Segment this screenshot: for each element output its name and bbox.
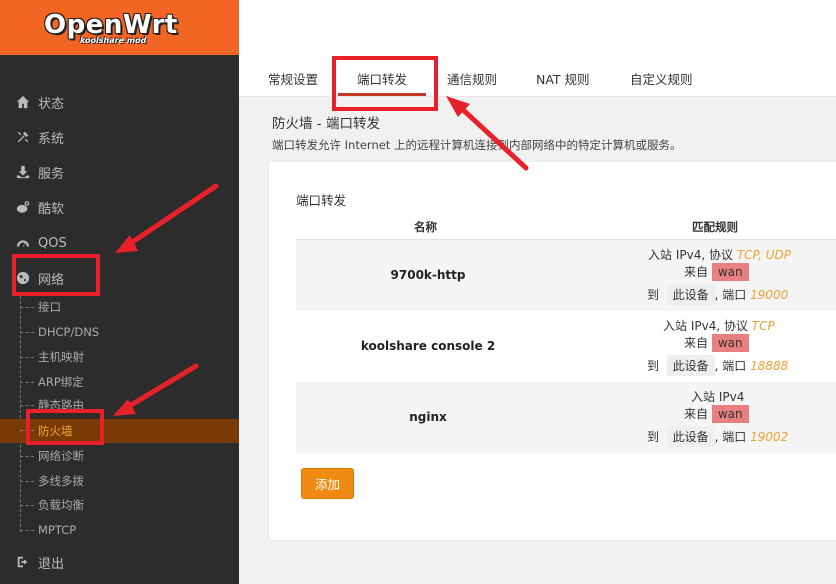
annotation-arrows [113,96,529,416]
